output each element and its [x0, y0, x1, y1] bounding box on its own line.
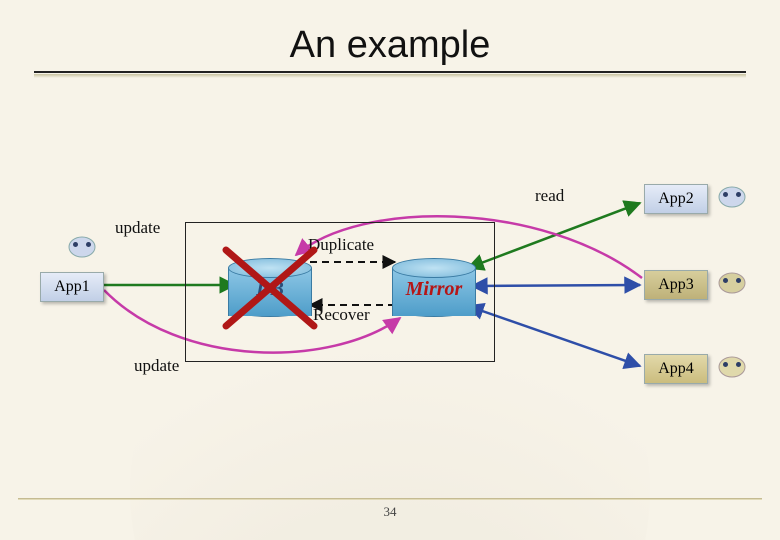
slide-title: An example: [24, 24, 756, 67]
app2-box: App2: [644, 184, 708, 214]
face-icon: [718, 186, 746, 208]
db-mirror-label: Mirror: [392, 278, 476, 301]
face-icon: [718, 272, 746, 294]
app4-label: App4: [658, 360, 694, 377]
app3-label: App3: [658, 276, 694, 293]
app3-box: App3: [644, 270, 708, 300]
face-icon: [718, 356, 746, 378]
footer-rule: [18, 498, 762, 500]
app1-box: App1: [40, 272, 104, 302]
arrow-app3-mirror: [472, 285, 640, 286]
cross-icon: [218, 242, 322, 334]
slide: An example: [0, 0, 780, 540]
title-rule: [34, 71, 746, 73]
page-number: 34: [0, 504, 780, 520]
app2-label: App2: [658, 190, 694, 207]
app4-box: App4: [644, 354, 708, 384]
label-update-bottom: update: [134, 356, 179, 376]
face-icon: [68, 236, 96, 258]
label-update-top: update: [115, 218, 160, 238]
app1-label: App1: [54, 278, 90, 295]
db-mirror: Mirror: [392, 258, 476, 316]
label-read: read: [535, 186, 564, 206]
